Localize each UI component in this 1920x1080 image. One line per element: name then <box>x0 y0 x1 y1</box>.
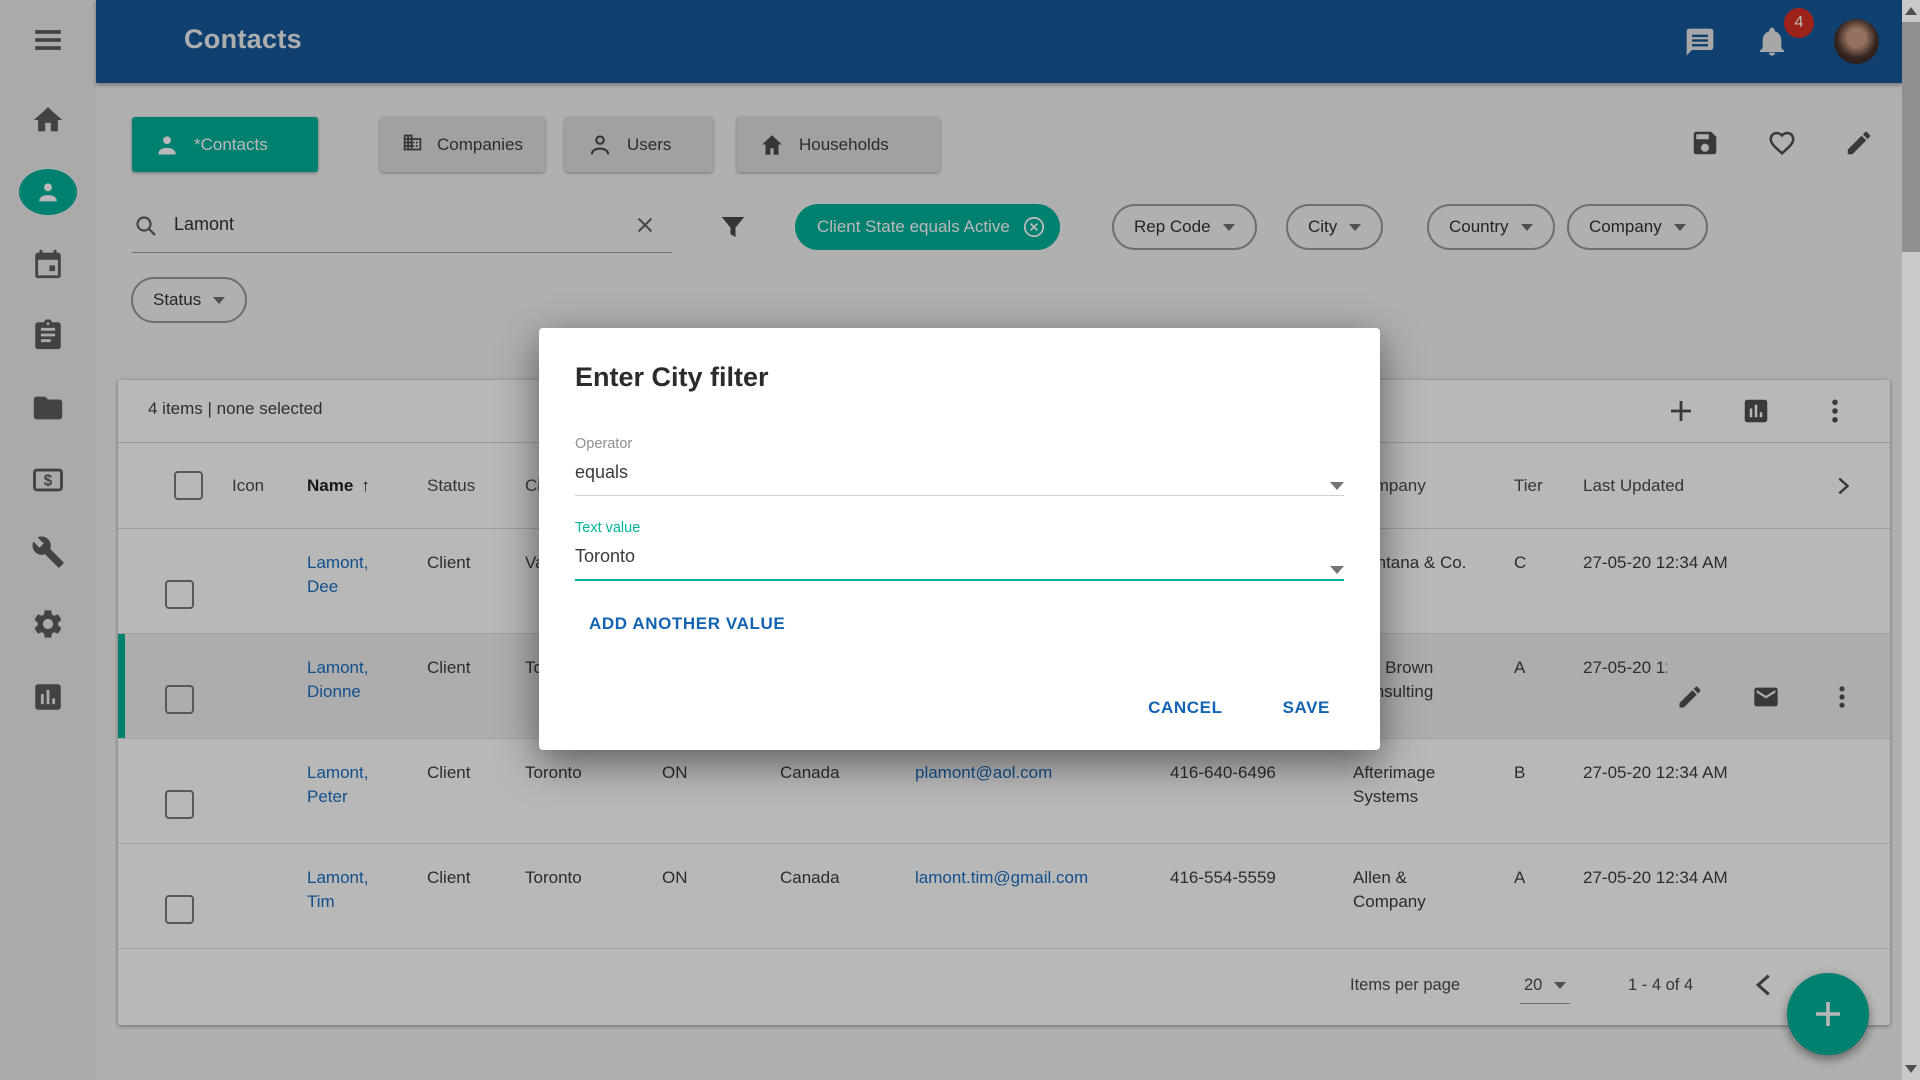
dropdown-arrow-icon[interactable] <box>1330 566 1344 574</box>
dropdown-arrow-icon[interactable] <box>1330 482 1344 490</box>
scroll-down-icon[interactable] <box>1905 1065 1917 1073</box>
operator-field[interactable]: Operator equals <box>575 436 1344 496</box>
operator-value[interactable]: equals <box>575 462 1344 483</box>
text-value-label: Text value <box>575 520 1344 536</box>
scrollbar[interactable] <box>1902 0 1920 1080</box>
scroll-up-icon[interactable] <box>1905 7 1917 15</box>
cancel-button[interactable]: CANCEL <box>1142 690 1228 726</box>
text-value-field[interactable]: Text value Toronto <box>575 520 1344 581</box>
dialog-title: Enter City filter <box>575 362 769 393</box>
app-window: $ Contacts 4 *Contacts Companies Users <box>0 0 1920 1080</box>
scrollbar-thumb[interactable] <box>1902 22 1920 252</box>
city-filter-dialog: Enter City filter Operator equals Text v… <box>539 328 1380 750</box>
add-another-value-button[interactable]: ADD ANOTHER VALUE <box>589 614 785 634</box>
save-button[interactable]: SAVE <box>1277 690 1336 726</box>
text-value-input[interactable]: Toronto <box>575 546 1344 567</box>
operator-label: Operator <box>575 436 1344 452</box>
